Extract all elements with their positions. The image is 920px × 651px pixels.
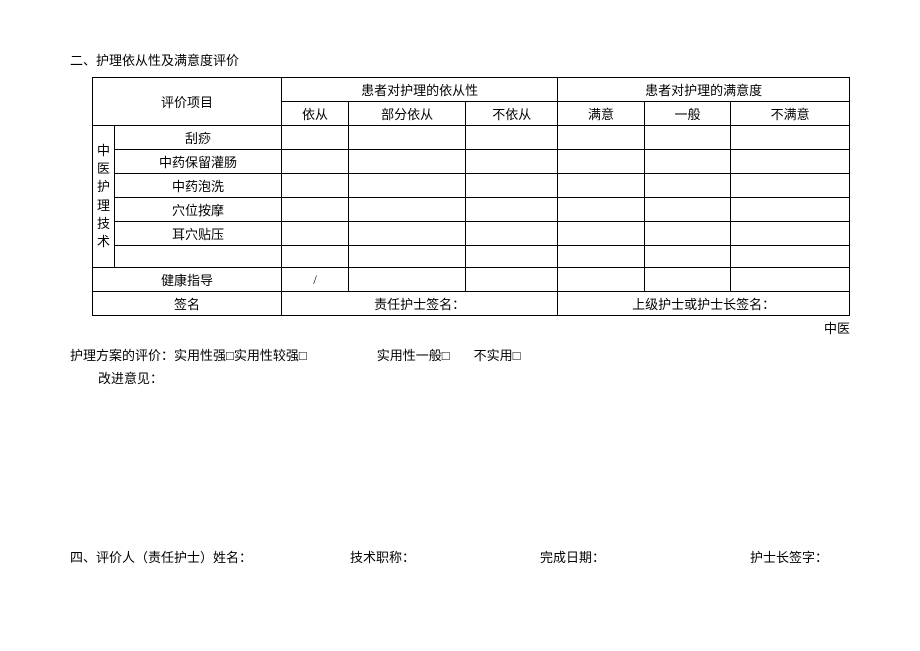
senior-nurse-signature: 上级护士或护士长签名： — [558, 292, 850, 316]
resp-nurse-signature: 责任护士签名： — [281, 292, 557, 316]
health-guide-row: 健康指导 / — [93, 268, 850, 292]
cell — [281, 150, 348, 174]
footer-line: 四、评价人（责任护士）姓名： 技术职称： 完成日期： 护士长签字： — [70, 547, 850, 566]
row-item-label: 中药保留灌肠 — [115, 150, 282, 174]
cell — [558, 246, 644, 268]
header-compliance-group: 患者对护理的依从性 — [281, 78, 557, 102]
cell — [349, 246, 466, 268]
cell — [644, 268, 730, 292]
cell — [644, 198, 730, 222]
cell — [558, 126, 644, 150]
cell — [558, 150, 644, 174]
row-item-label — [115, 246, 282, 268]
cell — [281, 246, 348, 268]
footer-title: 技术职称： — [350, 547, 540, 566]
table-row: 中药保留灌肠 — [93, 150, 850, 174]
header-eval-item: 评价项目 — [93, 78, 282, 126]
improve-label: 改进意见： — [70, 368, 850, 387]
cell — [731, 222, 850, 246]
cell — [281, 174, 348, 198]
table-row: 中医护理技术 刮痧 — [93, 126, 850, 150]
signature-row: 签名 责任护士签名： 上级护士或护士长签名： — [93, 292, 850, 316]
header-compliance-col: 部分依从 — [349, 102, 466, 126]
trailing-text: 中医 — [70, 318, 850, 337]
cell — [349, 126, 466, 150]
scheme-eval-option: 不实用□ — [474, 345, 521, 364]
row-item-label: 穴位按摩 — [115, 198, 282, 222]
footer-head-nurse: 护士长签字： — [750, 547, 828, 566]
cell — [731, 174, 850, 198]
cell — [731, 246, 850, 268]
table-row: 中药泡洗 — [93, 174, 850, 198]
cell — [349, 150, 466, 174]
header-satisfaction-col: 满意 — [558, 102, 644, 126]
table-row: 耳穴贴压 — [93, 222, 850, 246]
cell — [558, 268, 644, 292]
scheme-eval-option: 实用性较强□ — [234, 345, 307, 364]
cell — [644, 222, 730, 246]
evaluation-table: 评价项目 患者对护理的依从性 患者对护理的满意度 依从 部分依从 不依从 满意 … — [92, 77, 850, 316]
health-guide-label: 健康指导 — [93, 268, 282, 292]
cell — [731, 268, 850, 292]
header-satisfaction-col: 一般 — [644, 102, 730, 126]
cell — [466, 126, 558, 150]
cell — [349, 198, 466, 222]
cell — [558, 174, 644, 198]
cell — [466, 246, 558, 268]
table-row: 穴位按摩 — [93, 198, 850, 222]
table-row — [93, 246, 850, 268]
cell — [281, 198, 348, 222]
header-compliance-col: 依从 — [281, 102, 348, 126]
cell — [644, 150, 730, 174]
scheme-evaluation-line: 护理方案的评价： 实用性强□ 实用性较强□ 实用性一般□ 不实用□ — [70, 345, 850, 364]
cell — [349, 174, 466, 198]
cell — [558, 222, 644, 246]
cell — [731, 198, 850, 222]
scheme-eval-option: 实用性强□ — [174, 345, 234, 364]
footer-evaluator: 四、评价人（责任护士）姓名： — [70, 547, 350, 566]
cell — [644, 174, 730, 198]
header-satisfaction-group: 患者对护理的满意度 — [558, 78, 850, 102]
footer-date: 完成日期： — [540, 547, 750, 566]
header-compliance-col: 不依从 — [466, 102, 558, 126]
row-item-label: 中药泡洗 — [115, 174, 282, 198]
cell — [466, 198, 558, 222]
cell — [466, 174, 558, 198]
cell — [558, 198, 644, 222]
health-guide-slash: / — [281, 268, 348, 292]
scheme-eval-option: 实用性一般□ — [377, 345, 450, 364]
cell — [349, 222, 466, 246]
cell — [281, 126, 348, 150]
cell — [281, 222, 348, 246]
signature-label: 签名 — [93, 292, 282, 316]
cell — [731, 150, 850, 174]
section-title: 二、护理依从性及满意度评价 — [70, 50, 850, 69]
row-item-label: 刮痧 — [115, 126, 282, 150]
cell — [466, 150, 558, 174]
cell — [466, 222, 558, 246]
row-item-label: 耳穴贴压 — [115, 222, 282, 246]
vertical-category-label: 中医护理技术 — [93, 126, 115, 268]
header-satisfaction-col: 不满意 — [731, 102, 850, 126]
cell — [644, 246, 730, 268]
cell — [731, 126, 850, 150]
cell — [644, 126, 730, 150]
cell — [466, 268, 558, 292]
scheme-eval-prefix: 护理方案的评价： — [70, 345, 174, 364]
cell — [349, 268, 466, 292]
